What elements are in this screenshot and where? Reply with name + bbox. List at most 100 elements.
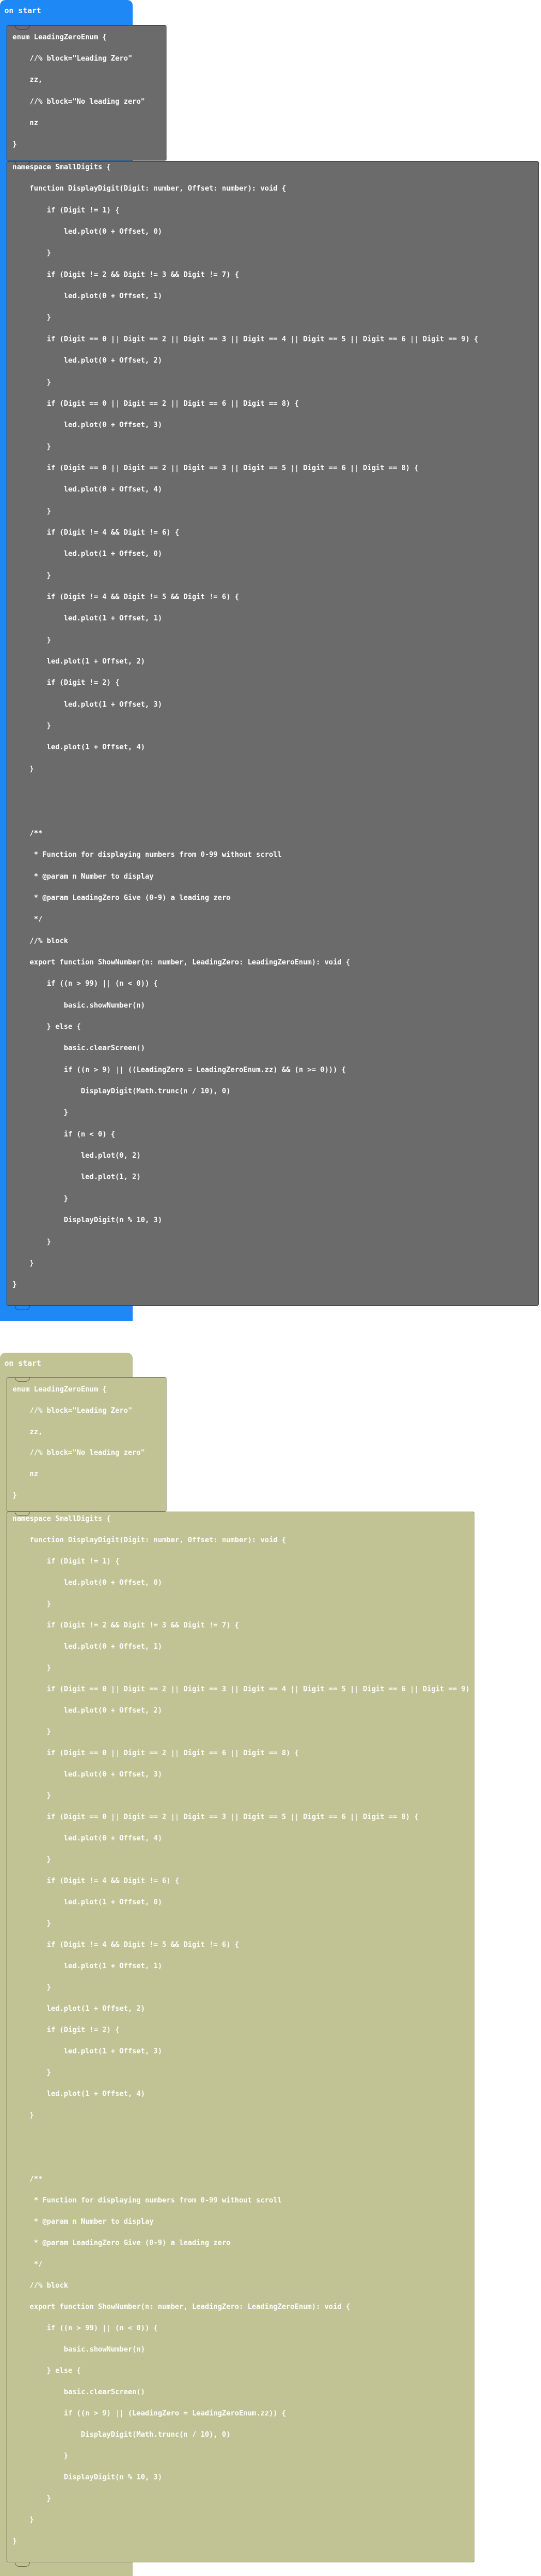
code-line: }	[13, 1728, 51, 1736]
code-line: led.plot(0 + Offset, 1)	[13, 292, 162, 301]
code-line: led.plot(0 + Offset, 4)	[13, 1834, 162, 1843]
code-line: led.plot(1, 2)	[13, 1173, 141, 1182]
hat-label: on start	[4, 1359, 41, 1368]
namespace-small-digits-block-2[interactable]: namespace SmallDigits { function Display…	[7, 1512, 478, 2567]
code-line: nz	[13, 119, 38, 127]
enum-leading-zero-block-1[interactable]: enum LeadingZeroEnum { //% block="Leadin…	[7, 25, 167, 161]
code-line: if (Digit != 1) {	[13, 1558, 120, 1566]
code-line: }	[13, 2495, 51, 2503]
code-line: /**	[13, 829, 43, 838]
code-line: led.plot(1 + Offset, 4)	[13, 743, 145, 752]
code-line: led.plot(1 + Offset, 0)	[13, 550, 162, 559]
code-line: if (Digit == 0 || Digit == 2 || Digit ==…	[13, 399, 299, 408]
code-line: function DisplayDigit(Digit: number, Off…	[13, 1536, 286, 1544]
code-line: * Function for displaying numbers from 0…	[13, 851, 282, 860]
code-line: }	[13, 636, 51, 644]
code-line: }	[13, 1856, 51, 1864]
code-line: enum LeadingZeroEnum {	[13, 1385, 107, 1394]
code-line: }	[13, 571, 51, 580]
code-line: led.plot(1 + Offset, 3)	[13, 700, 162, 709]
enum-leading-zero-block-2[interactable]: enum LeadingZeroEnum { //% block="Leadin…	[7, 1377, 167, 1512]
code-line: if (Digit != 2) {	[13, 2026, 120, 2034]
code-line: led.plot(1 + Offset, 4)	[13, 2090, 145, 2098]
code-line: if (Digit == 0 || Digit == 2 || Digit ==…	[13, 464, 419, 472]
code-line: if (Digit == 0 || Digit == 2 || Digit ==…	[13, 1749, 299, 1757]
code-line: led.plot(0 + Offset, 3)	[13, 1770, 162, 1779]
code-line: }	[13, 1920, 51, 1928]
code-line: //% block	[13, 2282, 68, 2290]
code-line: basic.showNumber(n)	[13, 1001, 145, 1010]
code-line: basic.clearScreen()	[13, 2388, 145, 2396]
code-line: namespace SmallDigits {	[13, 1515, 111, 1523]
code-line: if (Digit != 2 && Digit != 3 && Digit !=…	[13, 270, 239, 279]
code-line: if (Digit != 1) {	[13, 206, 120, 215]
code-line: led.plot(0 + Offset, 3)	[13, 421, 162, 430]
code-line: led.plot(0 + Offset, 2)	[13, 357, 162, 365]
block-notch-bottom	[15, 1305, 30, 1310]
code-line: led.plot(1 + Offset, 1)	[13, 614, 162, 623]
code-line: led.plot(1 + Offset, 2)	[13, 658, 145, 666]
code-line: if (Digit != 2) {	[13, 679, 120, 688]
code-line: zz,	[13, 1428, 43, 1436]
code-line: }	[13, 2069, 51, 2077]
code-line: }	[13, 1664, 51, 1672]
code-line: }	[13, 378, 51, 387]
code-line: //% block="No leading zero"	[13, 97, 145, 106]
code-line: //% block="Leading Zero"	[13, 55, 133, 63]
code-line: }	[13, 2111, 34, 2119]
code-line: nz	[13, 1470, 38, 1479]
block-notch-bottom	[15, 2562, 30, 2567]
code-line: //% block	[13, 937, 68, 945]
code-line: * @param n Number to display	[13, 872, 154, 881]
code-line: }	[13, 1259, 34, 1268]
code-line: DisplayDigit(n % 10, 3)	[13, 1216, 162, 1225]
code-line: namespace SmallDigits {	[13, 163, 111, 171]
code-line: led.plot(0 + Offset, 0)	[13, 1579, 162, 1587]
code-line: }	[13, 507, 51, 516]
code-line: } else {	[13, 2367, 81, 2375]
code-line: enum LeadingZeroEnum {	[13, 33, 107, 42]
code-line: basic.showNumber(n)	[13, 2346, 145, 2354]
code-line: basic.clearScreen()	[13, 1044, 145, 1053]
code-line: if (Digit != 4 && Digit != 6) {	[13, 1877, 180, 1885]
code-line: if (Digit == 0 || Digit == 2 || Digit ==…	[13, 335, 479, 344]
code-line: } else {	[13, 1023, 81, 1031]
hat-label: on start	[4, 7, 41, 15]
code-line: }	[13, 1281, 17, 1289]
code-line: if (Digit != 4 && Digit != 6) {	[13, 528, 180, 537]
code-line: }	[13, 1237, 51, 1246]
code-line: led.plot(0 + Offset, 0)	[13, 228, 162, 236]
code-line: //% block="No leading zero"	[13, 1449, 145, 1458]
code-line: }	[13, 1600, 51, 1608]
code-line: }	[13, 1109, 68, 1117]
code-line: }	[13, 2516, 34, 2524]
namespace-small-digits-block-1[interactable]: namespace SmallDigits { function Display…	[7, 161, 539, 1310]
code-line: DisplayDigit(n % 10, 3)	[13, 2473, 162, 2482]
code-line: if (Digit != 2 && Digit != 3 && Digit !=…	[13, 1621, 239, 1630]
code-line: * @param LeadingZero Give (0-9) a leadin…	[13, 2239, 231, 2247]
block-notch-top	[15, 1377, 30, 1382]
code-line: if ((n > 9) || (LeadingZero = LeadingZer…	[13, 2409, 286, 2418]
code-line: * @param LeadingZero Give (0-9) a leadin…	[13, 893, 231, 902]
code-line: if (n < 0) {	[13, 1130, 115, 1139]
code-line: }	[13, 140, 17, 149]
code-line: }	[13, 1983, 51, 1992]
code-line: export function ShowNumber(n: number, Le…	[13, 2303, 350, 2311]
code-line: function DisplayDigit(Digit: number, Off…	[13, 185, 286, 193]
code-line: }	[13, 765, 34, 773]
code-line: */	[13, 2260, 43, 2269]
code-line: if ((n > 99) || (n < 0)) {	[13, 2324, 158, 2332]
code-line: * Function for displaying numbers from 0…	[13, 2196, 282, 2205]
code-line: }	[13, 1194, 68, 1203]
code-line: led.plot(1 + Offset, 3)	[13, 2047, 162, 2056]
code-line: export function ShowNumber(n: number, Le…	[13, 958, 350, 967]
code-line: * @param n Number to display	[13, 2218, 154, 2226]
code-line: led.plot(0 + Offset, 1)	[13, 1643, 162, 1651]
code-line: }	[13, 2537, 17, 2545]
block-notch-top	[15, 25, 30, 29]
code-line: led.plot(1 + Offset, 0)	[13, 1898, 162, 1906]
code-line: }	[13, 722, 51, 731]
code-line: zz,	[13, 76, 43, 85]
code-line: }	[13, 2452, 68, 2460]
code-line: }	[13, 1491, 17, 1500]
